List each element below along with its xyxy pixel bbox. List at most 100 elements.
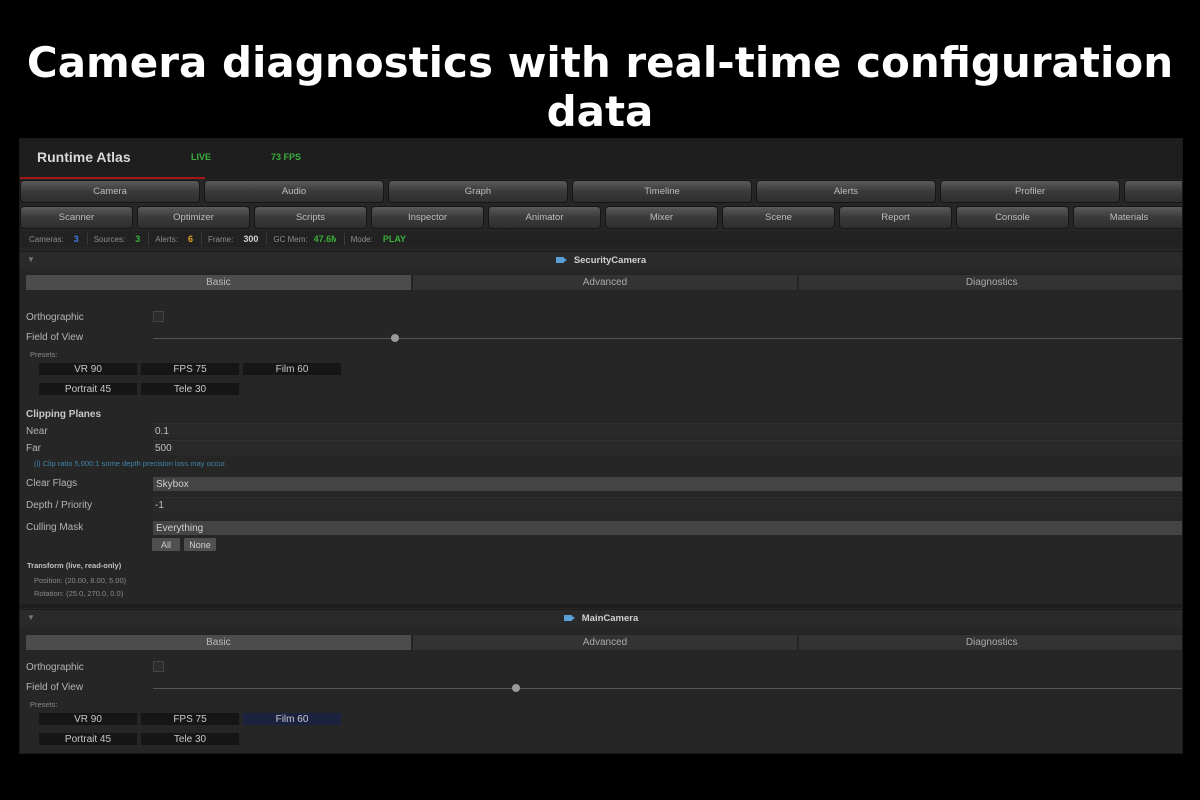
runtime-atlas-window: Runtime Atlas LIVE 73 FPS Camera Audio G…: [19, 138, 1183, 754]
far-label: Far: [26, 443, 41, 454]
fov-slider-knob[interactable]: [391, 334, 400, 342]
tab-timeline[interactable]: Timeline: [572, 180, 752, 203]
segment-advanced[interactable]: Advanced: [411, 274, 799, 291]
segment-diagnostics[interactable]: Diagnostics: [798, 634, 1182, 651]
camera-name: MainCamera: [581, 613, 639, 624]
tab-alerts[interactable]: Alerts: [756, 180, 936, 203]
preset-portrait-45[interactable]: Portrait 45: [38, 382, 138, 396]
transform-title: Transform (live, read-only): [27, 561, 122, 570]
segment-advanced[interactable]: Advanced: [411, 634, 799, 651]
section-switcher: Basic Advanced Diagnostics: [25, 274, 1182, 291]
preset-vr-90[interactable]: VR 90: [38, 712, 138, 726]
section-switcher: Basic Advanced Diagnostics: [25, 634, 1182, 651]
camera-panel-main: ▼ MainCamera Basic Advanced Diagnostics …: [20, 609, 1182, 746]
fov-slider[interactable]: [153, 684, 1182, 692]
active-accent-bar: [20, 177, 205, 179]
segment-diagnostics[interactable]: Diagnostics: [798, 274, 1182, 291]
tab-scanner[interactable]: Scanner: [20, 206, 133, 229]
clear-flags-label: Clear Flags: [26, 478, 78, 489]
near-field[interactable]: 0.1: [153, 423, 1182, 438]
tab-scripts[interactable]: Scripts: [254, 206, 367, 229]
stat-alerts: Alerts: 6: [155, 233, 202, 245]
orthographic-checkbox[interactable]: [153, 311, 164, 322]
tab-optimizer[interactable]: Optimizer: [137, 206, 250, 229]
culling-none-button[interactable]: None: [184, 538, 216, 551]
clear-flags-dropdown[interactable]: Skybox: [153, 477, 1182, 491]
stat-value: 6: [187, 234, 193, 244]
tab-audio[interactable]: Audio: [204, 180, 384, 203]
tab-camera[interactable]: Camera: [20, 180, 200, 203]
tab-mixer[interactable]: Mixer: [605, 206, 718, 229]
stat-value: 3: [135, 234, 141, 244]
far-field[interactable]: 500: [153, 440, 1182, 455]
stat-label: Alerts:: [155, 234, 178, 244]
presets-label: Presets:: [30, 350, 58, 359]
fps-counter: 73 FPS: [271, 152, 302, 162]
orthographic-label: Orthographic: [26, 312, 84, 323]
stat-frame: Frame: 300: [207, 233, 268, 245]
tab-overflow[interactable]: [1124, 180, 1182, 203]
segment-basic[interactable]: Basic: [25, 634, 412, 651]
camera-title: MainCamera: [20, 613, 1182, 624]
preset-fps-75[interactable]: FPS 75: [140, 362, 240, 376]
stat-label: Sources:: [93, 234, 126, 244]
camera-header[interactable]: ▼ MainCamera: [20, 609, 1182, 627]
camera-header[interactable]: ▼ SecurityCamera: [20, 251, 1182, 269]
tab-graph[interactable]: Graph: [388, 180, 568, 203]
transform-position: Position: (20.00, 8.00, 5.00): [34, 576, 127, 585]
video-camera-icon: [563, 615, 575, 621]
stat-value: 47.6M: [313, 234, 336, 244]
segment-basic[interactable]: Basic: [25, 274, 412, 291]
stat-label: GC Mem:: [273, 234, 308, 244]
preset-fps-75[interactable]: FPS 75: [140, 712, 240, 726]
tab-profiler[interactable]: Profiler: [940, 180, 1120, 203]
stat-label: Frame:: [207, 234, 234, 244]
fov-slider-knob[interactable]: [511, 684, 520, 692]
camera-panel-security: ▼ SecurityCamera Basic Advanced Diagnost…: [20, 251, 1182, 598]
orthographic-checkbox[interactable]: [153, 661, 164, 672]
orthographic-label: Orthographic: [26, 662, 84, 673]
tab-scene[interactable]: Scene: [722, 206, 835, 229]
page-headline: Camera diagnostics with real-time config…: [26, 38, 1174, 136]
tab-inspector[interactable]: Inspector: [371, 206, 484, 229]
stat-mode: Mode: PLAY: [351, 233, 414, 245]
tab-report[interactable]: Report: [839, 206, 952, 229]
culling-mask-dropdown[interactable]: Everything: [153, 521, 1182, 535]
tab-materials[interactable]: Materials: [1073, 206, 1182, 229]
near-label: Near: [26, 426, 48, 437]
stat-value: 300: [243, 234, 259, 244]
preset-film-60[interactable]: Film 60: [242, 362, 342, 376]
video-camera-icon: [555, 257, 567, 263]
panel-divider: [20, 604, 1182, 608]
stat-label: Cameras:: [29, 234, 64, 244]
preset-tele-30[interactable]: Tele 30: [140, 732, 240, 746]
fov-label: Field of View: [26, 682, 84, 693]
title-bar: Runtime Atlas LIVE 73 FPS: [20, 139, 1182, 179]
fov-slider[interactable]: [153, 334, 1182, 342]
depth-field[interactable]: -1: [153, 497, 1182, 513]
preset-tele-30[interactable]: Tele 30: [140, 382, 240, 396]
preset-film-60[interactable]: Film 60: [242, 712, 342, 726]
stat-gc-mem: GC Mem: 47.6M: [273, 233, 345, 245]
camera-name: SecurityCamera: [573, 255, 647, 266]
camera-title: SecurityCamera: [20, 255, 1182, 266]
transform-rotation: Rotation: (25.0, 270.0, 0.0): [34, 589, 124, 598]
tab-animator[interactable]: Animator: [488, 206, 601, 229]
stat-cameras: Cameras: 3: [29, 233, 88, 245]
stat-value: PLAY: [382, 234, 407, 244]
fov-label: Field of View: [26, 332, 84, 343]
culling-mask-label: Culling Mask: [26, 522, 84, 533]
culling-all-button[interactable]: All: [152, 538, 180, 551]
preset-portrait-45[interactable]: Portrait 45: [38, 732, 138, 746]
clipping-planes-title: Clipping Planes: [26, 409, 102, 420]
main-tab-row: Camera Audio Graph Timeline Alerts Profi…: [20, 180, 1182, 203]
app-title: Runtime Atlas: [37, 149, 131, 165]
stat-value: 3: [73, 234, 79, 244]
tool-tab-row: Scanner Optimizer Scripts Inspector Anim…: [20, 206, 1182, 229]
status-bar: Cameras: 3 Sources: 3 Alerts: 6 Frame: 300 G…: [20, 231, 1182, 247]
stat-sources: Sources: 3: [94, 233, 150, 245]
presets-label: Presets:: [30, 700, 58, 709]
preset-vr-90[interactable]: VR 90: [38, 362, 138, 376]
live-indicator: LIVE: [191, 152, 212, 162]
tab-console[interactable]: Console: [956, 206, 1069, 229]
